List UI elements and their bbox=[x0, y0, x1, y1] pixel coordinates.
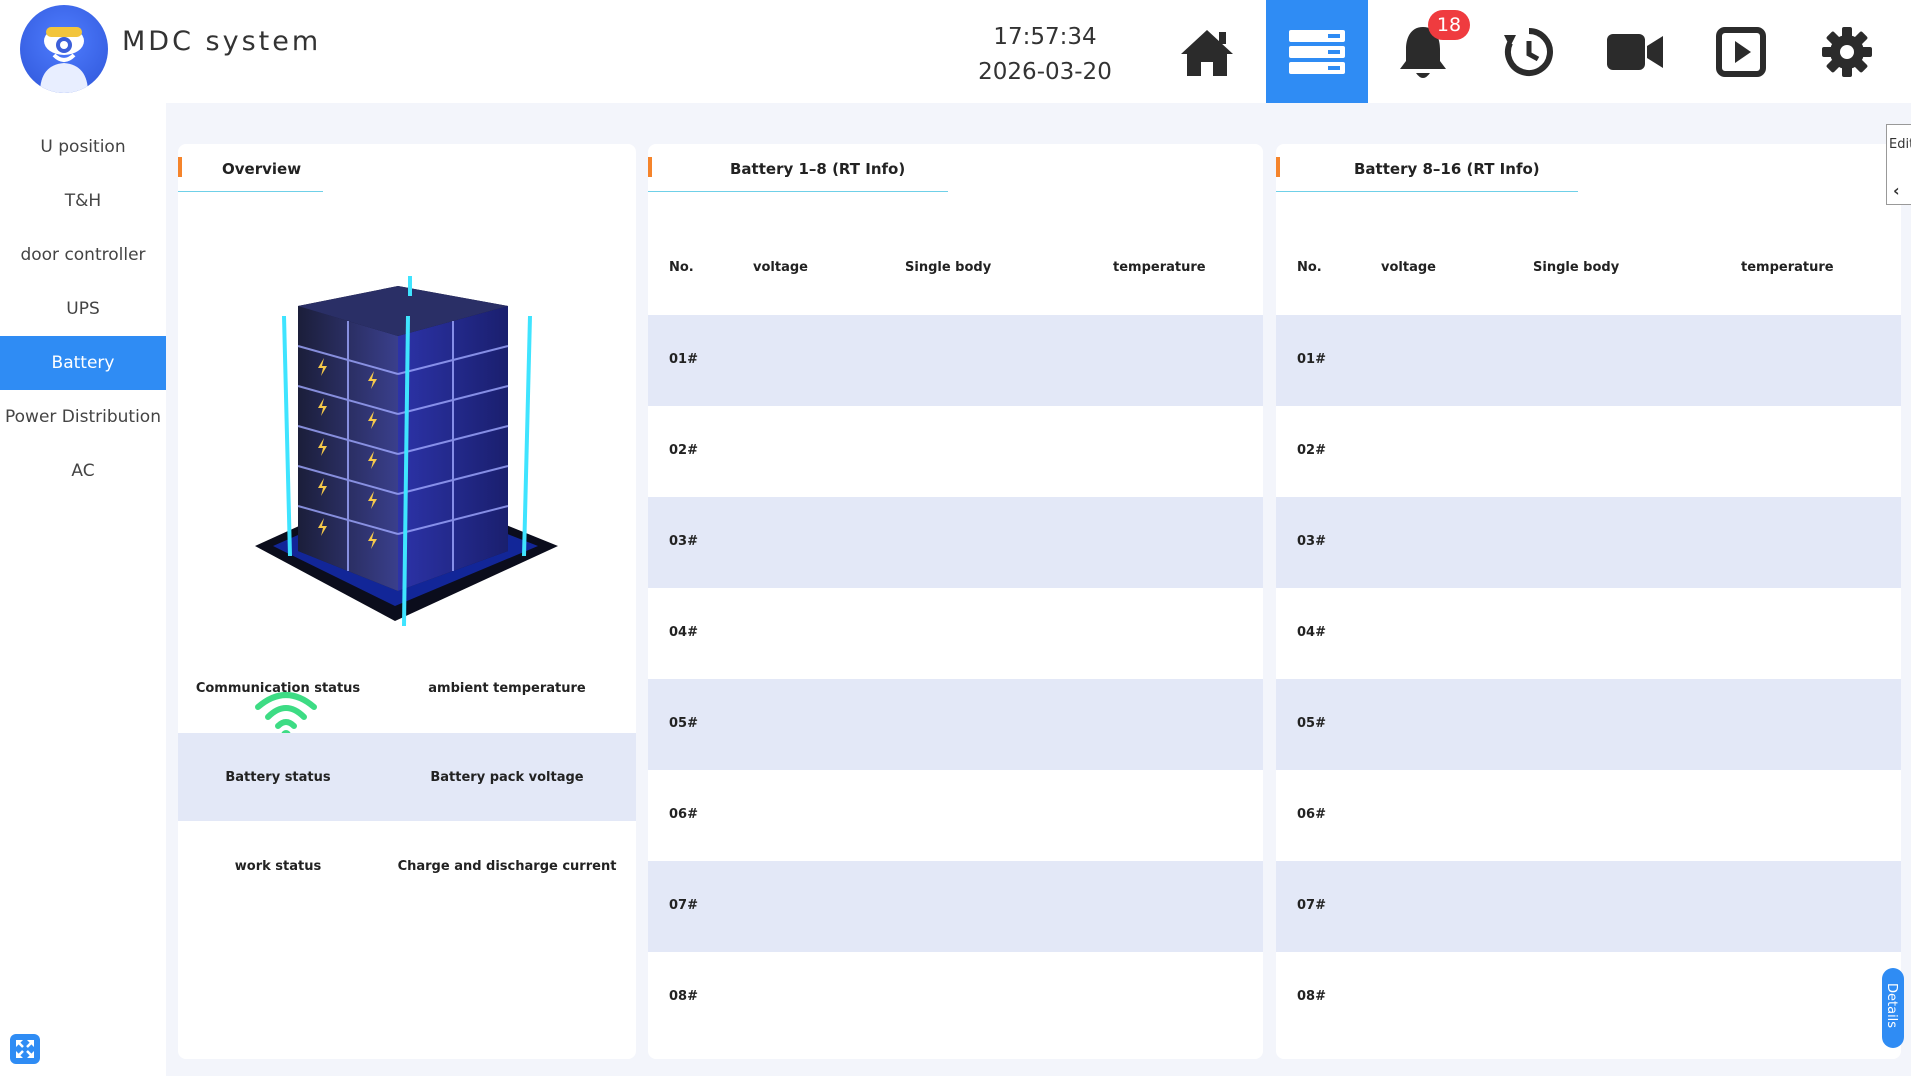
table-row: 03# bbox=[1276, 497, 1901, 588]
overview-row: Communication status ambient temperature bbox=[178, 644, 636, 732]
sidebar-item-th[interactable]: T&H bbox=[0, 174, 166, 228]
clock: 17:57:34 2026-03-20 bbox=[960, 20, 1130, 90]
history-icon bbox=[1504, 27, 1553, 76]
sidebar: U position T&H door controller UPS Batte… bbox=[0, 103, 166, 1076]
table-row: 06# bbox=[669, 807, 698, 822]
overview-header: Overview bbox=[178, 144, 636, 196]
table-row: 03# bbox=[648, 497, 1263, 588]
battery-status-label: Battery status bbox=[225, 769, 331, 785]
battery-pack-voltage-label: Battery pack voltage bbox=[430, 769, 584, 785]
playback-button[interactable] bbox=[1690, 0, 1792, 103]
server-list-icon bbox=[1289, 29, 1345, 74]
history-button[interactable] bbox=[1478, 0, 1580, 103]
clock-time: 17:57:34 bbox=[993, 24, 1097, 50]
table-row: 07# bbox=[648, 861, 1263, 952]
table-row: 02# bbox=[1297, 443, 1326, 458]
details-tab-label: Details bbox=[1884, 983, 1899, 1029]
overview-row: Battery status Battery pack voltage bbox=[178, 733, 636, 821]
table-row: 05# bbox=[1276, 679, 1901, 770]
table-row: 04# bbox=[1297, 625, 1326, 640]
overview-row: work status Charge and discharge current bbox=[178, 822, 636, 910]
table-row: 02# bbox=[669, 443, 698, 458]
settings-button[interactable] bbox=[1796, 0, 1898, 103]
battery-1-8-title: Battery 1–8 (RT Info) bbox=[730, 160, 906, 178]
sidebar-item-ups[interactable]: UPS bbox=[0, 282, 166, 336]
table-row: 05# bbox=[648, 679, 1263, 770]
communication-status-label: Communication status bbox=[195, 680, 361, 696]
battery-8-16-title: Battery 8–16 (RT Info) bbox=[1354, 160, 1540, 178]
top-header: MDC system 17:57:34 2026-03-20 18 bbox=[0, 0, 1911, 103]
sidebar-item-ac[interactable]: AC bbox=[0, 444, 166, 498]
server-list-button[interactable] bbox=[1266, 0, 1368, 103]
table-row: 07# bbox=[1276, 861, 1901, 952]
app-title: MDC system bbox=[122, 26, 322, 57]
details-tab[interactable]: Details bbox=[1882, 968, 1904, 1048]
battery-cabinet-image bbox=[255, 276, 558, 626]
sidebar-item-u-position[interactable]: U position bbox=[0, 120, 166, 174]
app-logo bbox=[20, 5, 108, 93]
overview-panel: Overview Communication status ambient te… bbox=[178, 144, 636, 1059]
video-button[interactable] bbox=[1584, 0, 1686, 103]
table-row: 08# bbox=[1297, 989, 1326, 1004]
video-camera-icon bbox=[1607, 33, 1663, 70]
notification-badge: 18 bbox=[1428, 10, 1470, 40]
play-icon bbox=[1716, 26, 1766, 77]
edit-tab-label: Edit bbox=[1889, 137, 1911, 152]
table-row: 08# bbox=[669, 989, 698, 1004]
overview-title: Overview bbox=[222, 160, 302, 178]
table-row: 06# bbox=[1297, 807, 1326, 822]
chevron-left-icon: ‹ bbox=[1893, 181, 1900, 200]
table-row: 01# bbox=[1276, 315, 1901, 406]
gear-icon bbox=[1822, 26, 1872, 77]
table-row: 01# bbox=[648, 315, 1263, 406]
home-button[interactable] bbox=[1156, 0, 1258, 103]
charge-discharge-current-label: Charge and discharge current bbox=[397, 858, 617, 874]
table-row: 04# bbox=[669, 625, 698, 640]
table-header: No. voltage Single body temperature bbox=[1297, 260, 1834, 275]
main-content: Overview Communication status ambient te… bbox=[166, 103, 1911, 1076]
battery-1-8-panel: Battery 1–8 (RT Info) No. voltage Single… bbox=[648, 144, 1263, 1059]
sidebar-item-door-controller[interactable]: door controller bbox=[0, 228, 166, 282]
work-status-label: work status bbox=[234, 858, 322, 874]
expand-icon bbox=[16, 1040, 34, 1058]
sidebar-item-battery[interactable]: Battery bbox=[0, 336, 166, 390]
ambient-temperature-label: ambient temperature bbox=[428, 680, 586, 696]
sidebar-item-power-distribution[interactable]: Power Distribution bbox=[0, 390, 166, 444]
battery-1-8-header: Battery 1–8 (RT Info) bbox=[648, 144, 1263, 196]
home-icon bbox=[1181, 29, 1233, 76]
table-header: No. voltage Single body temperature bbox=[669, 260, 1206, 275]
edit-tab[interactable]: Edit ‹ bbox=[1886, 124, 1911, 205]
battery-8-16-header: Battery 8–16 (RT Info) bbox=[1276, 144, 1901, 196]
battery-8-16-panel: Battery 8–16 (RT Info) No. voltage Singl… bbox=[1276, 144, 1901, 1059]
fullscreen-button[interactable] bbox=[10, 1034, 40, 1064]
clock-date: 2026-03-20 bbox=[978, 59, 1112, 85]
